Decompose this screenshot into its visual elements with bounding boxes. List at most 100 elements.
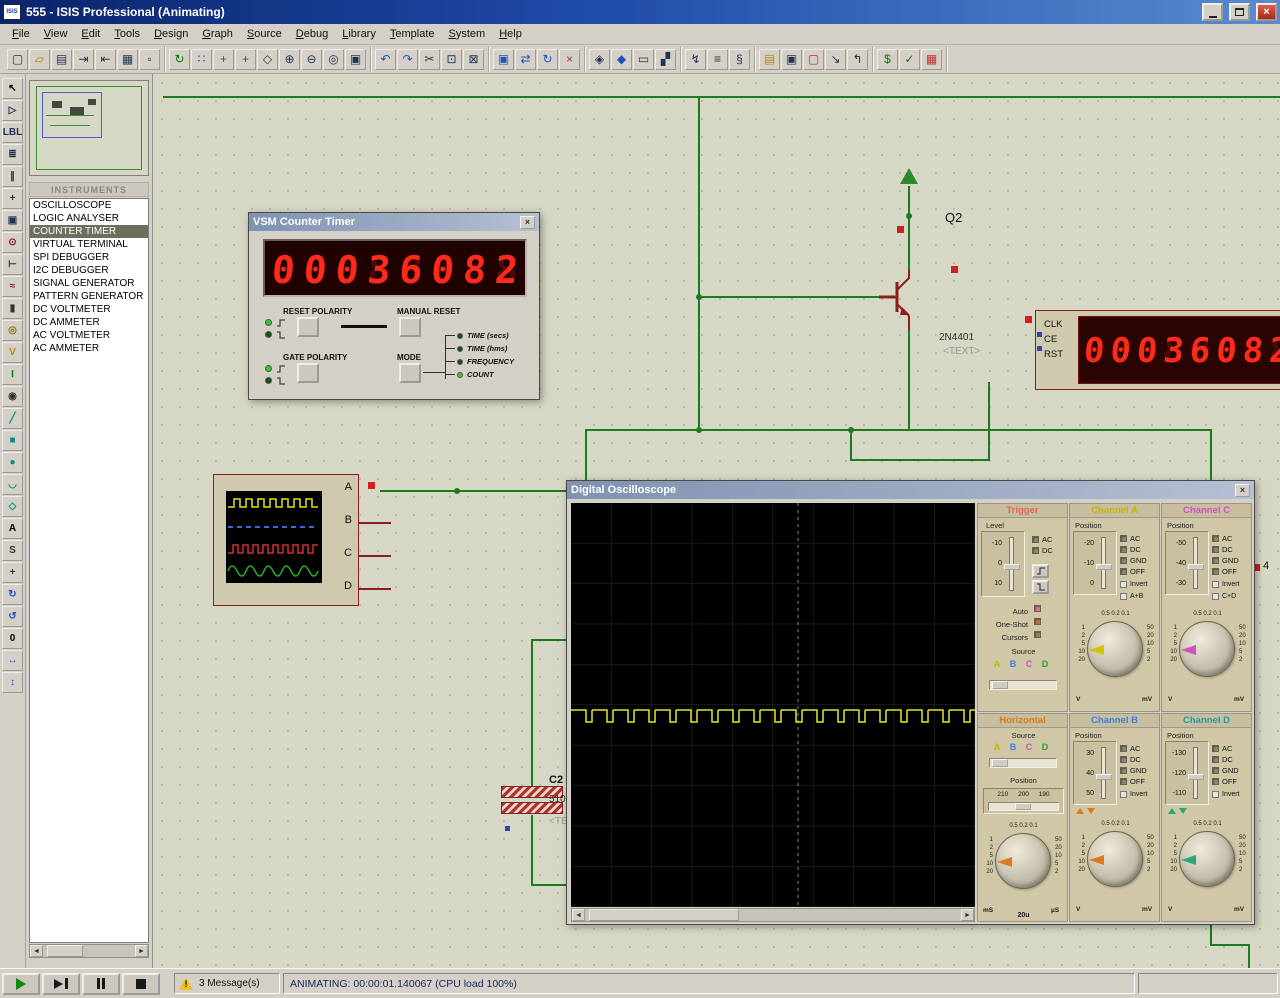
2d-text-mode[interactable]: A <box>2 518 23 539</box>
mirror-vertical[interactable]: ↕ <box>2 672 23 693</box>
import-section[interactable]: ⇥ <box>73 49 94 70</box>
channel-a-invert[interactable]: Invert <box>1120 581 1148 588</box>
oscilloscope-hscrollbar[interactable]: ◄ ► <box>571 908 975 922</box>
block-move[interactable]: ⇄ <box>515 49 536 70</box>
x-cursor[interactable]: + <box>235 49 256 70</box>
menu-item[interactable]: Tools <box>107 26 147 42</box>
mode-button[interactable] <box>399 363 421 383</box>
instrument-item[interactable]: AC VOLTMETER <box>30 329 148 342</box>
exit-to-parent[interactable]: ↰ <box>847 49 868 70</box>
channel-a-coupling[interactable]: AC DC GND OFF <box>1120 533 1147 577</box>
instrument-item[interactable]: DC VOLTMETER <box>30 303 148 316</box>
component-mode[interactable]: ▷ <box>2 100 23 121</box>
generator-mode[interactable]: ◎ <box>2 320 23 341</box>
channel-d-coupling[interactable]: AC DC GND OFF <box>1212 743 1239 787</box>
design-explorer[interactable]: ▤ <box>759 49 780 70</box>
copy[interactable]: ⊡ <box>441 49 462 70</box>
electrical-rule-check[interactable]: ✓ <box>899 49 920 70</box>
mark-output-area[interactable]: ▫ <box>139 49 160 70</box>
trigger-source-slider[interactable] <box>989 680 1057 690</box>
instrument-item[interactable]: DC AMMETER <box>30 316 148 329</box>
block-rotate[interactable]: ↻ <box>537 49 558 70</box>
one-shot-indicator[interactable] <box>1034 618 1041 625</box>
trigger-coupling[interactable]: AC DC <box>1032 534 1053 556</box>
decompose[interactable]: ▞ <box>655 49 676 70</box>
invert-checkbox[interactable] <box>1120 581 1127 588</box>
pause-button[interactable] <box>82 973 120 995</box>
netlist-to-ares[interactable]: ▦ <box>921 49 942 70</box>
menu-item[interactable]: View <box>37 26 75 42</box>
overview-minimap[interactable] <box>29 80 149 176</box>
reset-polarity-button[interactable] <box>297 317 319 337</box>
block-copy[interactable]: ▣ <box>493 49 514 70</box>
text-script-mode[interactable]: ≣ <box>2 144 23 165</box>
counter-display-component[interactable]: CLKCERST 88888888 00036082 <box>1035 310 1280 390</box>
property-assignment[interactable]: § <box>729 49 750 70</box>
rotate-clockwise[interactable]: ↻ <box>2 584 23 605</box>
pan[interactable]: ◇ <box>257 49 278 70</box>
oscilloscope-close-button[interactable]: × <box>1235 484 1250 497</box>
slider-thumb[interactable] <box>1188 564 1204 570</box>
invert-checkbox[interactable] <box>1120 791 1127 798</box>
cursors-indicator[interactable] <box>1034 631 1041 638</box>
instrument-item[interactable]: AC AMMETER <box>30 342 148 355</box>
channel-d-position-slider[interactable]: -130 -120 -110 <box>1165 741 1209 805</box>
scroll-right-button[interactable]: ► <box>135 945 148 957</box>
dc-indicator[interactable] <box>1032 547 1039 554</box>
nudge-up-icon[interactable] <box>1168 808 1176 814</box>
rotate-anticlockwise[interactable]: ↺ <box>2 606 23 627</box>
titlebar[interactable]: ISIS 555 - ISIS Professional (Animating)… <box>0 0 1280 24</box>
channel-a-sum[interactable]: A+B <box>1120 593 1143 600</box>
mirror-horizontal[interactable]: ↔ <box>2 650 23 671</box>
ac-indicator[interactable] <box>1032 536 1039 543</box>
channel-b-coupling[interactable]: AC DC GND OFF <box>1120 743 1147 787</box>
source-channel[interactable]: B <box>1008 659 1018 669</box>
rotation-angle[interactable]: 0 <box>2 628 23 649</box>
falling-edge-button[interactable] <box>1032 580 1049 594</box>
menu-item[interactable]: Help <box>492 26 529 42</box>
wire-autorouter[interactable]: ↯ <box>685 49 706 70</box>
horizontal-source-slider[interactable] <box>989 758 1057 768</box>
source-channel[interactable]: C <box>1024 659 1034 669</box>
instrument-item[interactable]: LOGIC ANALYSER <box>30 212 148 225</box>
paste[interactable]: ⊠ <box>463 49 484 70</box>
rising-edge-button[interactable] <box>1032 564 1049 578</box>
false-origin[interactable]: + <box>213 49 234 70</box>
scroll-left-button[interactable]: ◄ <box>572 909 585 921</box>
power-terminal[interactable] <box>900 168 918 184</box>
device-pin-mode[interactable]: ⊢ <box>2 254 23 275</box>
oscilloscope-titlebar[interactable]: Digital Oscilloscope × <box>567 481 1254 499</box>
channel-a-position-slider[interactable]: -20 -10 0 <box>1073 531 1117 595</box>
bus-mode[interactable]: ∥ <box>2 166 23 187</box>
2d-path-mode[interactable]: ◇ <box>2 496 23 517</box>
channel-d-invert[interactable]: Invert <box>1212 791 1240 798</box>
redo[interactable]: ↷ <box>397 49 418 70</box>
menu-item[interactable]: File <box>5 26 37 42</box>
close-button[interactable]: × <box>1256 3 1277 21</box>
nudge-up-icon[interactable] <box>1076 808 1084 814</box>
menu-item[interactable]: Template <box>383 26 442 42</box>
oscilloscope-screen[interactable] <box>571 503 975 907</box>
slider-thumb[interactable] <box>992 681 1008 689</box>
wire-label-mode[interactable]: LBL <box>2 122 23 143</box>
transistor-q2[interactable] <box>879 270 925 330</box>
2d-marker-mode[interactable]: + <box>2 562 23 583</box>
slider-thumb[interactable] <box>1188 774 1204 780</box>
bill-of-materials[interactable]: $ <box>877 49 898 70</box>
zoom-all[interactable]: ◎ <box>323 49 344 70</box>
menu-item[interactable]: System <box>442 26 493 42</box>
make-device[interactable]: ◆ <box>611 49 632 70</box>
current-probe-mode[interactable]: I <box>2 364 23 385</box>
2d-circle-mode[interactable]: ● <box>2 452 23 473</box>
channel-c-gain-knob[interactable] <box>1179 621 1235 677</box>
menu-item[interactable]: Design <box>147 26 195 42</box>
remove-sheet[interactable]: ▢ <box>803 49 824 70</box>
pattern-source-component[interactable]: ABCD <box>213 474 359 606</box>
zoom-out[interactable]: ⊖ <box>301 49 322 70</box>
timebase-knob[interactable] <box>995 833 1051 889</box>
auto-indicator[interactable] <box>1034 605 1041 612</box>
slider-thumb[interactable] <box>1015 803 1031 810</box>
instrument-item[interactable]: COUNTER TIMER <box>30 225 148 238</box>
menu-item[interactable]: Debug <box>289 26 335 42</box>
scroll-thumb[interactable] <box>47 945 83 957</box>
